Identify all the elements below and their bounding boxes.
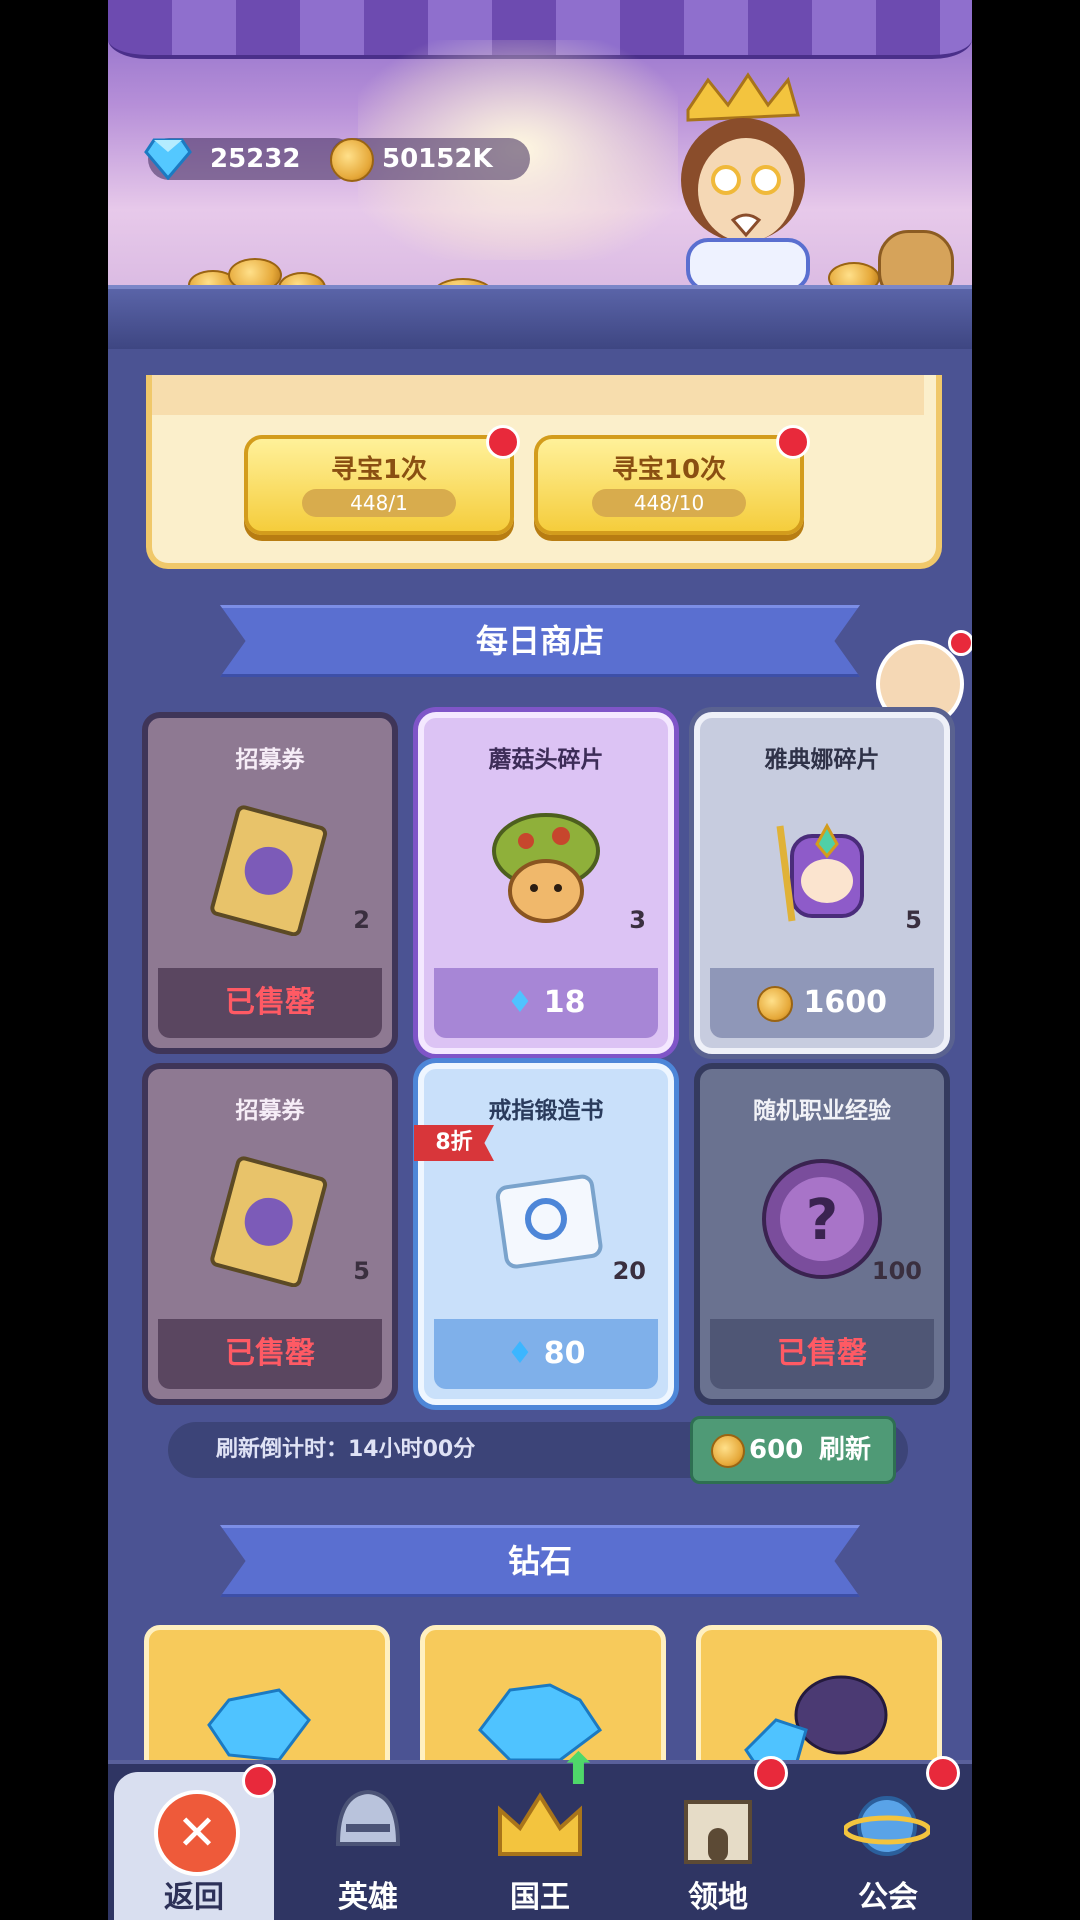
coin-icon <box>711 1434 745 1468</box>
notification-dot <box>486 425 520 459</box>
svg-text:?: ? <box>806 1188 838 1253</box>
shop-item-card[interactable]: 雅典娜碎片 5 1600 <box>694 712 950 1054</box>
item-name: 雅典娜碎片 <box>764 747 880 773</box>
refresh-button[interactable]: 600 刷新 <box>690 1416 896 1484</box>
diamond-section-title: 钻石 <box>220 1525 860 1597</box>
item-name: 随机职业经验 <box>753 1098 891 1124</box>
item-price: 1600 <box>710 968 934 1038</box>
item-qty: 5 <box>353 1257 370 1285</box>
planet-icon <box>844 1796 930 1856</box>
nav-hero-button[interactable]: 英雄 <box>288 1764 448 1920</box>
mushroom-hero-icon <box>492 813 600 923</box>
item-price-value: 80 <box>543 1336 586 1371</box>
gem-balance: 25232 <box>144 138 356 180</box>
nav-king-label: 国王 <box>510 1880 570 1915</box>
item-name: 蘑菇头碎片 <box>488 747 604 773</box>
sold-out-label: 已售罄 <box>158 968 382 1038</box>
treasure-hunt-10-button[interactable]: 寻宝10次 448/10 <box>534 425 810 535</box>
item-qty: 3 <box>629 906 646 934</box>
item-price: ♦ 80 <box>434 1319 658 1389</box>
coin-icon <box>330 138 374 182</box>
item-qty: 2 <box>353 906 370 934</box>
nav-king-button[interactable]: ⬆ 国王 <box>460 1744 620 1920</box>
item-qty: 20 <box>612 1257 646 1285</box>
item-qty: 5 <box>905 906 922 934</box>
refresh-cost: 600 <box>749 1435 804 1465</box>
close-icon: ✕ <box>154 1790 240 1876</box>
daily-shop-title: 每日商店 <box>220 605 860 677</box>
shop-item-card[interactable]: 戒指锻造书 8折 20 ♦ 80 <box>414 1063 674 1405</box>
ring-scroll-icon <box>495 1174 603 1269</box>
treasure-hunt-1-button[interactable]: 寻宝1次 448/1 <box>244 425 520 535</box>
shop-screen: 25232 50152K 寻宝1次 448/1 寻宝10次 448/10 每日商… <box>108 0 972 1920</box>
coin-balance: 50152K <box>330 138 530 182</box>
coin-count: 50152K <box>382 144 493 174</box>
shop-item-card[interactable]: 随机职业经验 ? 100 已售罄 <box>694 1063 950 1405</box>
treasure-hunt-10-cost: 448/10 <box>592 489 746 517</box>
recruit-ticket-icon <box>210 1156 328 1287</box>
item-name: 招募券 <box>235 1098 305 1124</box>
gem-bag-icon <box>744 1675 888 1767</box>
treasure-hunt-1-label: 寻宝1次 <box>330 455 428 485</box>
item-price-value: 18 <box>543 985 586 1020</box>
item-price-value: 1600 <box>803 985 887 1020</box>
notification-dot <box>242 1764 276 1798</box>
nav-hero-label: 英雄 <box>338 1880 398 1915</box>
shop-item-card[interactable]: 招募券 2 已售罄 <box>142 712 398 1054</box>
king-character-icon <box>681 72 810 290</box>
recruit-ticket-icon <box>210 805 328 936</box>
treasure-panel-top <box>152 375 924 415</box>
nav-guild-button[interactable]: 公会 <box>808 1756 968 1920</box>
treasure-hunt-10-label: 寻宝10次 <box>611 455 727 485</box>
bottom-navigation: ✕ 返回 英雄 ⬆ 国王 领地 公会 <box>108 1744 972 1920</box>
notification-dot <box>754 1756 788 1790</box>
item-price: ♦ 18 <box>434 968 658 1038</box>
helmet-icon <box>335 1789 401 1846</box>
castle-icon <box>684 1800 752 1864</box>
coin-icon <box>757 985 794 1022</box>
sold-out-label: 已售罄 <box>158 1319 382 1389</box>
gem-icon: ♦ <box>506 985 534 1020</box>
nav-back-label: 返回 <box>164 1880 224 1915</box>
gem-icon: ♦ <box>506 1336 534 1371</box>
treasure-hunt-panel: 寻宝1次 448/1 寻宝10次 448/10 <box>146 375 942 569</box>
crown-icon <box>498 1792 582 1856</box>
nav-back-button[interactable]: ✕ 返回 <box>114 1764 276 1920</box>
refresh-bar: 刷新倒计时：14小时00分 600 刷新 <box>168 1416 908 1484</box>
gem-count: 25232 <box>210 144 301 174</box>
refresh-countdown: 刷新倒计时：14小时00分 <box>216 1437 476 1462</box>
athena-hero-icon <box>776 822 864 922</box>
shop-banner: 25232 50152K <box>108 0 972 308</box>
notification-dot <box>776 425 810 459</box>
gem-icon <box>144 138 192 180</box>
item-name: 招募券 <box>235 747 305 773</box>
notification-dot <box>948 630 972 656</box>
gem-pile-icon <box>207 1688 311 1762</box>
nav-guild-label: 公会 <box>858 1880 918 1915</box>
banner-ledge <box>108 285 972 349</box>
item-name: 戒指锻造书 <box>488 1098 604 1124</box>
sold-out-label: 已售罄 <box>710 1319 934 1389</box>
treasure-hunt-1-cost: 448/1 <box>302 489 456 517</box>
notification-dot <box>926 1756 960 1790</box>
shop-item-card[interactable]: 蘑菇头碎片 3 ♦ 18 <box>418 712 674 1054</box>
shop-item-card[interactable]: 招募券 5 已售罄 <box>142 1063 398 1405</box>
upgrade-arrow-icon: ⬆ <box>560 1744 597 1795</box>
nav-territory-button[interactable]: 领地 <box>638 1756 798 1920</box>
item-qty: 100 <box>871 1257 922 1285</box>
refresh-label: 刷新 <box>819 1435 872 1465</box>
nav-territory-label: 领地 <box>688 1880 748 1915</box>
